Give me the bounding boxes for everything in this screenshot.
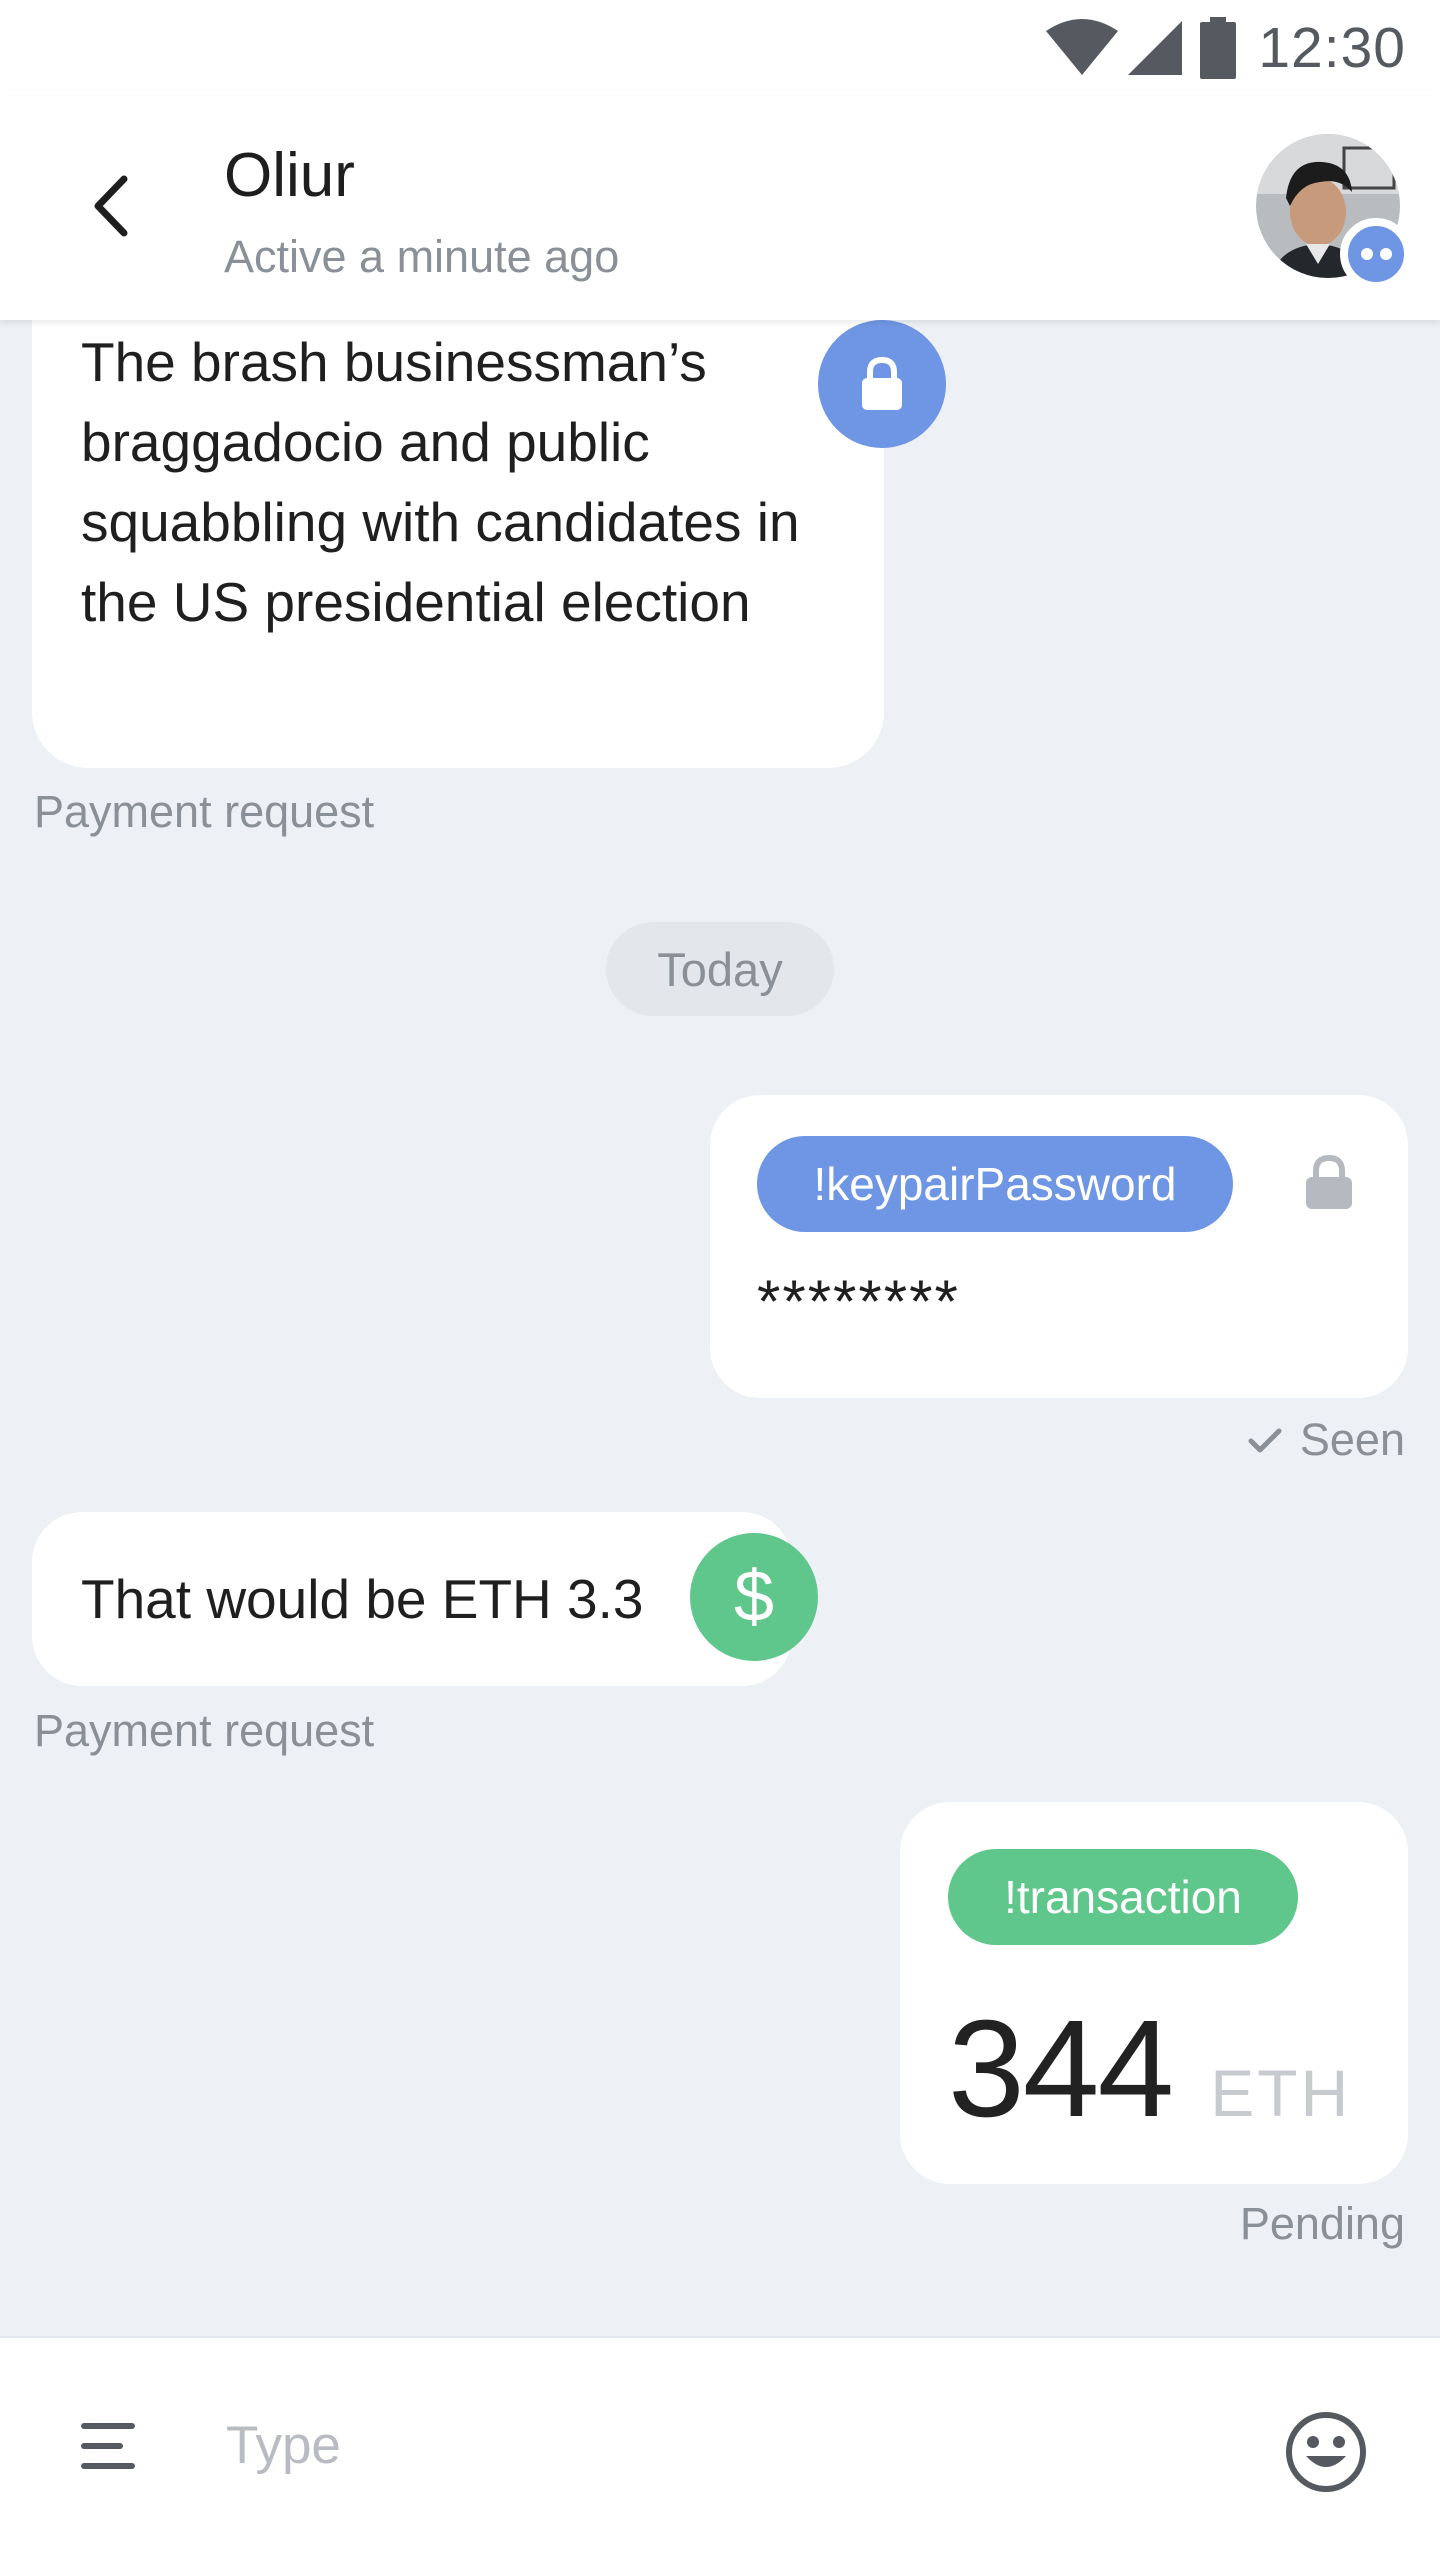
command-tag[interactable]: !keypairPassword — [757, 1136, 1233, 1232]
lock-icon — [1302, 1153, 1356, 1224]
more-dots-icon[interactable] — [1340, 218, 1412, 290]
dollar-icon[interactable]: $ — [690, 1533, 818, 1661]
check-icon — [1248, 1414, 1300, 1466]
chevron-left-icon — [90, 175, 130, 242]
message-composer — [0, 2336, 1440, 2562]
menu-lines-icon[interactable] — [80, 2416, 140, 2476]
transaction-bubble[interactable]: !transaction 344 ETH — [900, 1802, 1408, 2184]
message-bubble-outgoing[interactable]: !keypairPassword ******** — [710, 1095, 1408, 1398]
chat-header: Oliur Active a minute ago — [0, 96, 1440, 320]
cellular-signal-icon — [1126, 19, 1184, 77]
amount-value: 344 — [948, 1992, 1174, 2146]
status-icons: 12:30 — [1044, 14, 1406, 82]
lock-icon[interactable] — [818, 320, 946, 448]
wifi-icon — [1044, 19, 1120, 77]
amount-unit: ETH — [1210, 2056, 1352, 2130]
message-meta: Payment request — [34, 786, 375, 837]
dollar-glyph: $ — [733, 1557, 775, 1637]
status-time: 12:30 — [1258, 16, 1406, 80]
command-tag[interactable]: !transaction — [948, 1849, 1298, 1945]
message-input[interactable] — [224, 2394, 1228, 2496]
message-bubble-incoming[interactable]: That would be ETH 3.3 — [32, 1512, 792, 1686]
seen-status: Seen — [1248, 1414, 1405, 1466]
seen-label: Seen — [1299, 1414, 1405, 1465]
pending-status: Pending — [1239, 2198, 1405, 2249]
contact-status: Active a minute ago — [224, 231, 620, 282]
transaction-amount: 344 ETH — [948, 1990, 1351, 2149]
back-button[interactable] — [70, 168, 150, 248]
message-text: The brash businessman’s braggadocio and … — [81, 331, 800, 633]
avatar[interactable] — [1256, 134, 1412, 290]
message-bubble-incoming[interactable]: The brash businessman’s braggadocio and … — [32, 280, 884, 768]
smiley-icon[interactable] — [1284, 2410, 1368, 2494]
status-bar: 12:30 — [0, 0, 1440, 96]
battery-icon — [1200, 17, 1237, 79]
masked-password: ******** — [757, 1268, 960, 1335]
message-text: That would be ETH 3.3 — [81, 1568, 644, 1630]
date-separator: Today — [606, 922, 834, 1016]
contact-name[interactable]: Oliur — [224, 140, 355, 211]
message-meta: Payment request — [34, 1705, 375, 1756]
